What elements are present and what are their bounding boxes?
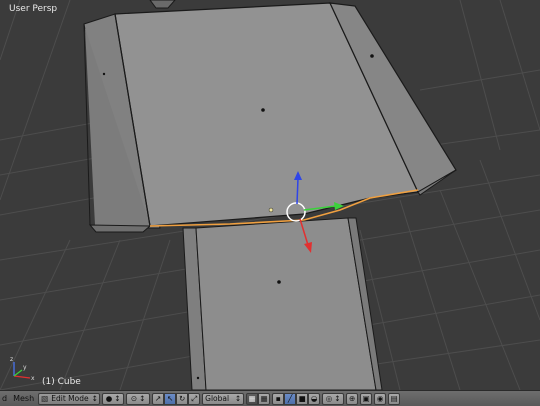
manipulator-toggle-icon[interactable]: ↗	[152, 392, 165, 405]
active-object-label: (1) Cube	[42, 377, 81, 387]
mode-selector[interactable]: ▧ Edit Mode ↕	[38, 392, 101, 405]
axis-label-z: z	[10, 356, 13, 363]
limit-selection-icon[interactable]: ◒	[308, 392, 321, 405]
chevron-updown-icon: ↕	[334, 394, 341, 403]
viewport-header: d Mesh ▧ Edit Mode ↕ ● ↕ ⊙ ↕ ↗ ↖ ↻ ⤢ Glo…	[0, 390, 540, 406]
chevron-updown-icon: ↕	[139, 394, 146, 403]
chevron-updown-icon: ↕	[234, 394, 242, 403]
3d-viewport[interactable]: z y x User Persp (1) Cube	[0, 0, 540, 390]
proportional-edit-selector[interactable]: ◎ ↕	[322, 392, 345, 405]
chevron-updown-icon: ↕	[114, 394, 121, 403]
select-mode-group: ▪ ╱ ■ ◒	[272, 392, 321, 405]
vertex-select-icon[interactable]: ▪	[272, 392, 285, 405]
layer-icon[interactable]: ▦	[246, 392, 259, 405]
edge-select-icon[interactable]: ╱	[284, 392, 297, 405]
viewport-shading-selector[interactable]: ● ↕	[102, 392, 125, 405]
snap-toggle-icon[interactable]: ⊕	[346, 392, 359, 405]
axis-label-y: y	[23, 364, 27, 371]
snap-element-icon[interactable]: ▣	[360, 392, 373, 405]
face-select-icon[interactable]: ■	[296, 392, 309, 405]
proportional-edit-icon: ◎	[325, 394, 333, 403]
layer-icon[interactable]: ▦	[258, 392, 271, 405]
transform-orientation-selector[interactable]: Global ↕	[202, 392, 245, 405]
viewport-canvas[interactable]: z y x	[0, 0, 540, 390]
pivot-icon: ⊙	[130, 394, 138, 403]
orientation-label: Global	[205, 394, 230, 403]
pivot-point-selector[interactable]: ⊙ ↕	[126, 392, 151, 405]
view-name-label: User Persp	[9, 4, 58, 14]
layer-buttons: ▦ ▦	[246, 392, 271, 405]
solid-shading-icon: ●	[105, 394, 113, 403]
active-vertex	[268, 207, 274, 213]
edit-mode-icon: ▧	[41, 394, 49, 403]
menu-fragment[interactable]: d	[0, 394, 9, 403]
scale-manipulator-icon[interactable]: ⤢	[188, 392, 201, 405]
axis-label-x: x	[31, 375, 35, 382]
manipulator-group: ↗ ↖ ↻ ⤢	[152, 392, 201, 405]
axis-orientation-icon	[13, 362, 31, 379]
mesh-menu[interactable]: Mesh	[11, 394, 36, 403]
chevron-updown-icon: ↕	[91, 394, 98, 403]
render-icon[interactable]: ◉	[374, 392, 387, 405]
mode-label: Edit Mode	[51, 394, 89, 403]
rotate-manipulator-icon[interactable]: ↻	[176, 392, 189, 405]
translate-manipulator-icon[interactable]: ↖	[164, 392, 177, 405]
mesh-lower-column[interactable]	[182, 217, 383, 390]
opengl-render-icon[interactable]: ▤	[388, 392, 401, 405]
